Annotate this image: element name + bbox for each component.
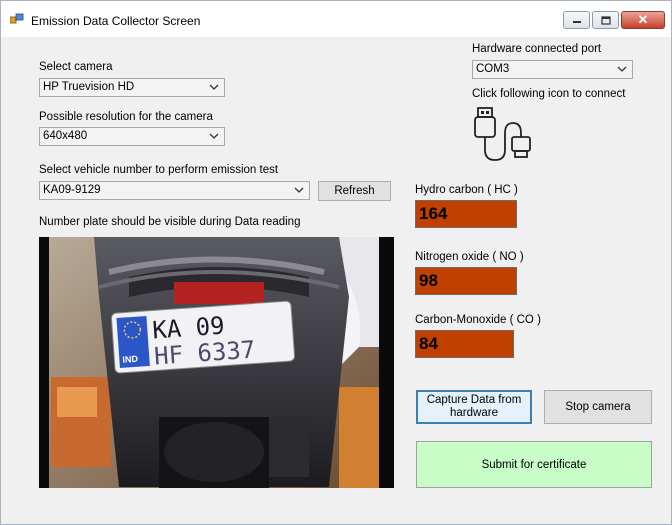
- minimize-icon: [572, 21, 581, 23]
- camera-select[interactable]: HP Truevision HD: [39, 78, 225, 97]
- window-title: Emission Data Collector Screen: [31, 14, 201, 28]
- close-button[interactable]: ✕: [621, 11, 665, 29]
- port-select[interactable]: COM3: [472, 60, 633, 79]
- title-bar[interactable]: Emission Data Collector Screen ✕: [1, 1, 671, 37]
- vehicle-select-value: KA09-9129: [43, 184, 101, 196]
- submit-certificate-button[interactable]: Submit for certificate: [416, 441, 652, 488]
- close-icon: ✕: [637, 12, 649, 27]
- app-window: Emission Data Collector Screen ✕ Select …: [0, 0, 672, 525]
- usb-cable-icon: [474, 107, 531, 161]
- resolution-label: Possible resolution for the camera: [39, 111, 213, 123]
- camera-frame-image: IND KA 09 HF 6337: [39, 237, 394, 488]
- vehicle-select[interactable]: KA09-9129: [39, 181, 310, 200]
- camera-label: Select camera: [39, 61, 113, 73]
- camera-preview: IND KA 09 HF 6337: [39, 237, 394, 488]
- window-controls: ✕: [563, 11, 665, 29]
- hc-value: 164: [415, 200, 517, 228]
- chevron-down-icon: [294, 187, 304, 193]
- plate-country-code: IND: [122, 354, 139, 365]
- co-value: 84: [415, 330, 514, 358]
- preview-label: Number plate should be visible during Da…: [39, 216, 301, 228]
- minimize-button[interactable]: [563, 11, 590, 29]
- vehicle-label: Select vehicle number to perform emissio…: [39, 164, 279, 176]
- resolution-select-value: 640x480: [43, 130, 88, 142]
- chevron-down-icon: [617, 66, 627, 72]
- resolution-select[interactable]: 640x480: [39, 127, 225, 146]
- refresh-button[interactable]: Refresh: [318, 181, 391, 201]
- hc-label: Hydro carbon ( HC ): [415, 184, 518, 196]
- capture-data-button[interactable]: Capture Data from hardware: [416, 390, 532, 424]
- maximize-icon: [600, 15, 611, 25]
- no-label: Nitrogen oxide ( NO ): [415, 251, 524, 263]
- no-value: 98: [415, 267, 517, 295]
- stop-camera-button[interactable]: Stop camera: [544, 390, 652, 424]
- hardware-port-label: Hardware connected port: [472, 43, 602, 55]
- connect-hint: Click following icon to connect: [472, 88, 626, 100]
- camera-select-value: HP Truevision HD: [43, 81, 135, 93]
- port-select-value: COM3: [476, 63, 510, 75]
- co-label: Carbon-Monoxide ( CO ): [415, 314, 541, 326]
- maximize-button[interactable]: [592, 11, 619, 29]
- chevron-down-icon: [209, 133, 219, 139]
- app-icon: [10, 13, 24, 24]
- chevron-down-icon: [209, 84, 219, 90]
- connect-button[interactable]: [471, 105, 537, 163]
